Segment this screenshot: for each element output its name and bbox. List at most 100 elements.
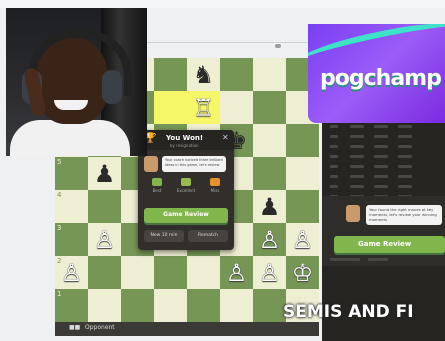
game-review-button[interactable]: Game Review [334, 236, 445, 253]
move-cell [398, 175, 412, 178]
square-a5[interactable]: 5 [55, 157, 88, 190]
white-piece-g2[interactable]: ♙ [253, 256, 286, 289]
square-b2[interactable] [88, 256, 121, 289]
white-piece-h2[interactable]: ♔ [286, 256, 319, 289]
square-h2[interactable]: ♔ [286, 256, 319, 289]
square-h3[interactable]: ♙ [286, 223, 319, 256]
move-cell [374, 125, 388, 128]
square-d8[interactable] [154, 58, 187, 91]
square-a4[interactable]: 4 [55, 190, 88, 223]
move-cell [330, 145, 338, 148]
square-g5[interactable] [253, 157, 286, 190]
black-piece-g4[interactable]: ♟ [253, 190, 286, 223]
player-name[interactable]: Opponent [85, 324, 115, 331]
square-c1[interactable] [121, 289, 154, 322]
move-cell [398, 165, 412, 168]
move-cell [398, 155, 412, 158]
square-f7[interactable] [220, 91, 253, 124]
square-a3[interactable]: 3 [55, 223, 88, 256]
square-f2[interactable]: ♙ [220, 256, 253, 289]
move-cell [374, 185, 388, 188]
square-a1[interactable]: 1 [55, 289, 88, 322]
move-cell [350, 135, 364, 138]
close-icon[interactable]: ✕ [222, 133, 229, 142]
square-h4[interactable] [286, 190, 319, 223]
coach-speech-bubble: Your coach noticed three brilliant ideas… [162, 156, 226, 172]
square-c2[interactable] [121, 256, 154, 289]
square-e2[interactable] [187, 256, 220, 289]
square-g2[interactable]: ♙ [253, 256, 286, 289]
stat-excellent: Excellent [173, 178, 199, 198]
rank-label: 1 [57, 290, 62, 298]
square-f1[interactable] [220, 289, 253, 322]
stat-label: Best [152, 188, 162, 193]
game-review-label: Game Review [358, 240, 412, 248]
square-b3[interactable]: ♙ [88, 223, 121, 256]
move-cell [398, 135, 412, 138]
coach-speech-bubble: Your found the right moves at key moment… [366, 205, 442, 225]
move-cell [330, 175, 338, 178]
square-g8[interactable] [253, 58, 286, 91]
move-cell [330, 185, 338, 188]
black-piece-b5[interactable]: ♟ [88, 157, 121, 190]
coach-avatar [144, 156, 158, 172]
square-e1[interactable] [187, 289, 220, 322]
header-indicator [275, 44, 281, 48]
square-d1[interactable] [154, 289, 187, 322]
square-d7[interactable] [154, 91, 187, 124]
square-b5[interactable]: ♟ [88, 157, 121, 190]
white-piece-f2[interactable]: ♙ [220, 256, 253, 289]
player-info-bar: ■■ Opponent [55, 322, 319, 336]
square-d2[interactable] [154, 256, 187, 289]
modal-title: You Won! [166, 134, 204, 142]
square-g3[interactable]: ♙ [253, 223, 286, 256]
streamer-webcam [6, 8, 147, 156]
stat-label: Miss [210, 188, 220, 193]
square-e7[interactable]: ♖ [187, 91, 220, 124]
black-piece-e8[interactable]: ♞ [187, 58, 220, 91]
logo-text: pogchamp [320, 66, 442, 91]
move-cell [350, 125, 364, 128]
square-g7[interactable] [253, 91, 286, 124]
square-h5[interactable] [286, 157, 319, 190]
square-a2[interactable]: 2 ♙ [55, 256, 88, 289]
white-piece-g3[interactable]: ♙ [253, 223, 286, 256]
move-cell [374, 165, 388, 168]
panel-control[interactable] [368, 258, 388, 261]
white-piece-h3[interactable]: ♙ [286, 223, 319, 256]
move-row[interactable] [326, 162, 441, 171]
move-row[interactable] [326, 132, 441, 141]
square-e8[interactable]: ♞ [187, 58, 220, 91]
stat-label: Excellent [176, 188, 196, 193]
square-g6[interactable] [253, 124, 286, 157]
square-b1[interactable] [88, 289, 121, 322]
move-cell [350, 175, 364, 178]
move-row[interactable] [326, 142, 441, 151]
panel-control[interactable] [330, 258, 360, 261]
stat-best: Best [144, 178, 170, 198]
coach-message: Your found the right moves at key moment… [369, 207, 437, 222]
new-game-button[interactable]: New 10 min [144, 230, 184, 242]
miss-move-icon [210, 178, 220, 186]
move-cell [350, 145, 364, 148]
move-row[interactable] [326, 122, 441, 131]
move-cell [374, 135, 388, 138]
game-review-button[interactable]: Game Review [144, 208, 228, 223]
white-piece-a2[interactable]: ♙ [55, 256, 88, 289]
square-g1[interactable] [253, 289, 286, 322]
streamer-shirt [10, 120, 130, 156]
game-review-label: Game Review [163, 211, 209, 218]
move-row[interactable] [326, 152, 441, 161]
move-row[interactable] [326, 172, 441, 181]
square-f8[interactable] [220, 58, 253, 91]
square-g4[interactable]: ♟ [253, 190, 286, 223]
square-b4[interactable] [88, 190, 121, 223]
square-h6[interactable] [286, 124, 319, 157]
move-cell [398, 125, 412, 128]
white-piece-b3[interactable]: ♙ [88, 223, 121, 256]
game-over-modal: 🏆 You Won! by resignation ✕ Your coach n… [138, 130, 234, 250]
coach-avatar [346, 205, 360, 222]
rematch-button[interactable]: Rematch [188, 230, 228, 242]
white-piece-e7[interactable]: ♖ [187, 91, 220, 124]
move-row[interactable] [326, 182, 441, 191]
